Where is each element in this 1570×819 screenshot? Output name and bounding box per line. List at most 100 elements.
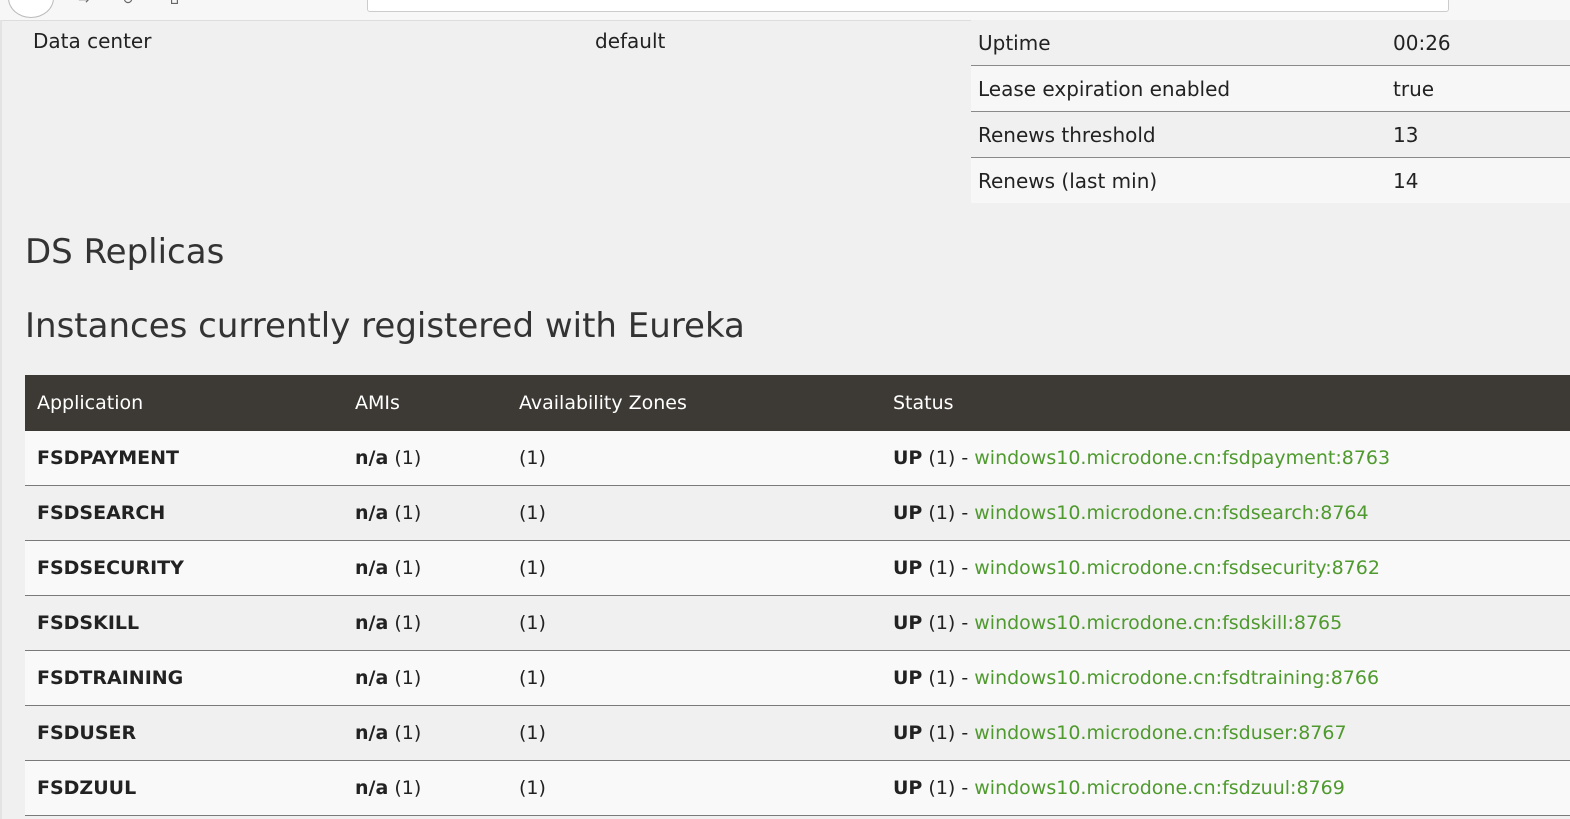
forward-icon[interactable]: → [78,0,90,8]
ami-value: n/a [355,557,389,579]
status-cell: UP (1) - windows10.microdone.cn:fsdsearc… [881,485,1570,541]
data-center-label: Data center [33,29,152,53]
zones-cell: (1) [507,431,881,486]
column-header-application: Application [25,375,343,431]
table-row: FSDSEARCH n/a (1) (1) UP (1) - windows10.mi… [25,485,1570,541]
column-header-zones: Availability Zones [507,375,881,431]
application-name: FSDZUUL [25,760,343,816]
ami-value: n/a [355,447,389,469]
ami-count: (1) [394,612,422,634]
ami-count: (1) [394,557,422,579]
stat-label: Uptime [971,20,1385,66]
reload-icon[interactable]: ↻ [122,0,134,8]
amis-cell: n/a (1) [343,595,507,651]
status-count: (1) - [928,777,969,799]
zones-cell: (1) [507,595,881,651]
stat-row: Uptime 00:26 [971,20,1570,66]
stat-label: Lease expiration enabled [971,65,1385,112]
amis-cell: n/a (1) [343,760,507,816]
table-row: FSDSKILL n/a (1) (1) UP (1) - windows10.mic… [25,595,1570,651]
status-badge: UP [893,612,923,634]
ami-value: n/a [355,612,389,634]
status-badge: UP [893,667,923,689]
status-count: (1) - [928,612,969,634]
ami-count: (1) [394,502,422,524]
ami-count: (1) [394,722,422,744]
status-badge: UP [893,777,923,799]
stat-row: Renews threshold 13 [971,111,1570,158]
status-cell: UP (1) - windows10.microdone.cn:fsdsecur… [881,540,1570,596]
instance-link[interactable]: windows10.microdone.cn:fsdskill:8765 [974,612,1342,634]
table-row: FSDTRAINING n/a (1) (1) UP (1) - windows10.… [25,650,1570,706]
ami-value: n/a [355,667,389,689]
ami-value: n/a [355,722,389,744]
ami-value: n/a [355,502,389,524]
status-cell: UP (1) - windows10.microdone.cn:fsdtrain… [881,650,1570,706]
browser-toolbar: → ↻ ⌂ [0,0,1570,21]
amis-cell: n/a (1) [343,650,507,706]
ami-count: (1) [394,447,422,469]
instance-link[interactable]: windows10.microdone.cn:fsdpayment:8763 [974,447,1390,469]
table-header-row: Application AMIs Availability Zones Stat… [25,375,1570,431]
application-name: FSDTRAINING [25,650,343,706]
zones-cell: (1) [507,540,881,596]
status-cell: UP (1) - windows10.microdone.cn:fsdskill… [881,595,1570,651]
ami-count: (1) [394,667,422,689]
status-cell: UP (1) - windows10.microdone.cn:fsdzuul:… [881,760,1570,816]
instance-link[interactable]: windows10.microdone.cn:fsdsecurity:8762 [974,557,1380,579]
stat-value: 00:26 [1385,20,1570,66]
column-header-status: Status [881,375,1570,431]
status-cell: UP (1) - windows10.microdone.cn:fsduser:… [881,705,1570,761]
table-row: FSDPAYMENT n/a (1) (1) UP (1) - windows10.m… [25,431,1570,486]
application-name: FSDPAYMENT [25,431,343,486]
amis-cell: n/a (1) [343,485,507,541]
page-edge [0,20,2,819]
stat-label: Renews threshold [971,111,1385,158]
ami-count: (1) [394,777,422,799]
stat-row: Renews (last min) 14 [971,157,1570,203]
status-table: Uptime 00:26 Lease expiration enabled true R… [971,20,1570,203]
status-count: (1) - [928,447,969,469]
stat-row: Lease expiration enabled true [971,65,1570,112]
stat-label: Renews (last min) [971,157,1385,203]
status-count: (1) - [928,722,969,744]
status-count: (1) - [928,502,969,524]
status-badge: UP [893,502,923,524]
zones-cell: (1) [507,485,881,541]
replicas-heading: DS Replicas [25,232,225,272]
amis-cell: n/a (1) [343,540,507,596]
instance-link[interactable]: windows10.microdone.cn:fsdzuul:8769 [974,777,1345,799]
stat-value: 13 [1385,111,1570,158]
back-icon[interactable] [8,0,54,18]
status-count: (1) - [928,667,969,689]
zones-cell: (1) [507,705,881,761]
application-name: FSDUSER [25,705,343,761]
table-row: FSDZUUL n/a (1) (1) UP (1) - windows10.micr… [25,760,1570,816]
instance-link[interactable]: windows10.microdone.cn:fsdsearch:8764 [974,502,1368,524]
zones-cell: (1) [507,650,881,706]
amis-cell: n/a (1) [343,431,507,486]
address-bar[interactable] [367,0,1449,12]
application-name: FSDSECURITY [25,540,343,596]
data-center-value: default [595,29,666,53]
status-badge: UP [893,557,923,579]
table-row: FSDUSER n/a (1) (1) UP (1) - windows10.micr… [25,705,1570,761]
stat-value: 14 [1385,157,1570,203]
zones-cell: (1) [507,760,881,816]
table-row: FSDSECURITY n/a (1) (1) UP (1) - windows10.… [25,540,1570,596]
instances-heading: Instances currently registered with Eure… [25,306,745,346]
application-name: FSDSEARCH [25,485,343,541]
status-count: (1) - [928,557,969,579]
instances-table: Application AMIs Availability Zones Stat… [25,375,1570,816]
status-badge: UP [893,722,923,744]
instance-link[interactable]: windows10.microdone.cn:fsduser:8767 [974,722,1346,744]
ami-value: n/a [355,777,389,799]
home-icon[interactable]: ⌂ [170,0,179,8]
stat-value: true [1385,65,1570,112]
application-name: FSDSKILL [25,595,343,651]
status-badge: UP [893,447,923,469]
column-header-amis: AMIs [343,375,507,431]
amis-cell: n/a (1) [343,705,507,761]
status-cell: UP (1) - windows10.microdone.cn:fsdpayme… [881,431,1570,486]
instance-link[interactable]: windows10.microdone.cn:fsdtraining:8766 [974,667,1379,689]
